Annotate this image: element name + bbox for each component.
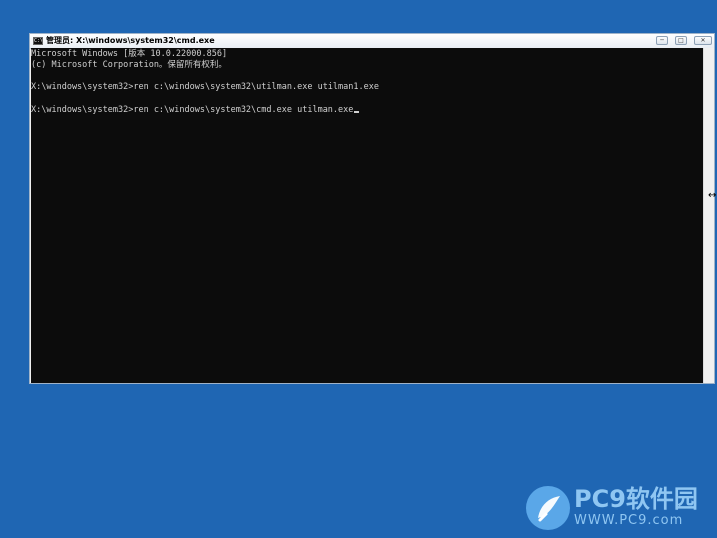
cmd-icon: C:\	[33, 37, 43, 45]
maximize-button[interactable]: □	[675, 36, 687, 45]
title-bar[interactable]: C:\ 管理员: X:\windows\system32\cmd.exe ─ □…	[30, 34, 714, 49]
watermark-logo: PC9软件园 WWW.PC9.com	[524, 484, 714, 534]
console-line: Microsoft Windows [版本 10.0.22000.856]	[31, 49, 228, 59]
maximize-icon: □	[678, 37, 684, 44]
window-title: 管理员: X:\windows\system32\cmd.exe	[46, 36, 215, 45]
console-line-current: X:\windows\system32>ren c:\windows\syste…	[31, 105, 360, 115]
close-button[interactable]: ✕	[694, 36, 712, 45]
watermark-url: WWW.PC9.com	[574, 513, 684, 528]
console-line: X:\windows\system32>ren c:\windows\syste…	[31, 82, 379, 92]
cmd-window[interactable]: C:\ 管理员: X:\windows\system32\cmd.exe ─ □…	[29, 33, 715, 384]
pc9-logo-icon	[526, 486, 570, 530]
close-icon: ✕	[700, 37, 706, 44]
minimize-button[interactable]: ─	[656, 36, 668, 45]
minimize-icon: ─	[660, 37, 664, 44]
vertical-scrollbar[interactable]	[703, 48, 714, 383]
console-output[interactable]: Microsoft Windows [版本 10.0.22000.856] (c…	[31, 48, 703, 383]
console-line: (c) Microsoft Corporation。保留所有权利。	[31, 60, 227, 70]
text-cursor	[354, 111, 360, 113]
watermark-title: PC9软件园	[574, 485, 698, 513]
resize-cursor-icon: ↔	[708, 190, 717, 201]
console-current-command: X:\windows\system32>ren c:\windows\syste…	[31, 105, 354, 115]
